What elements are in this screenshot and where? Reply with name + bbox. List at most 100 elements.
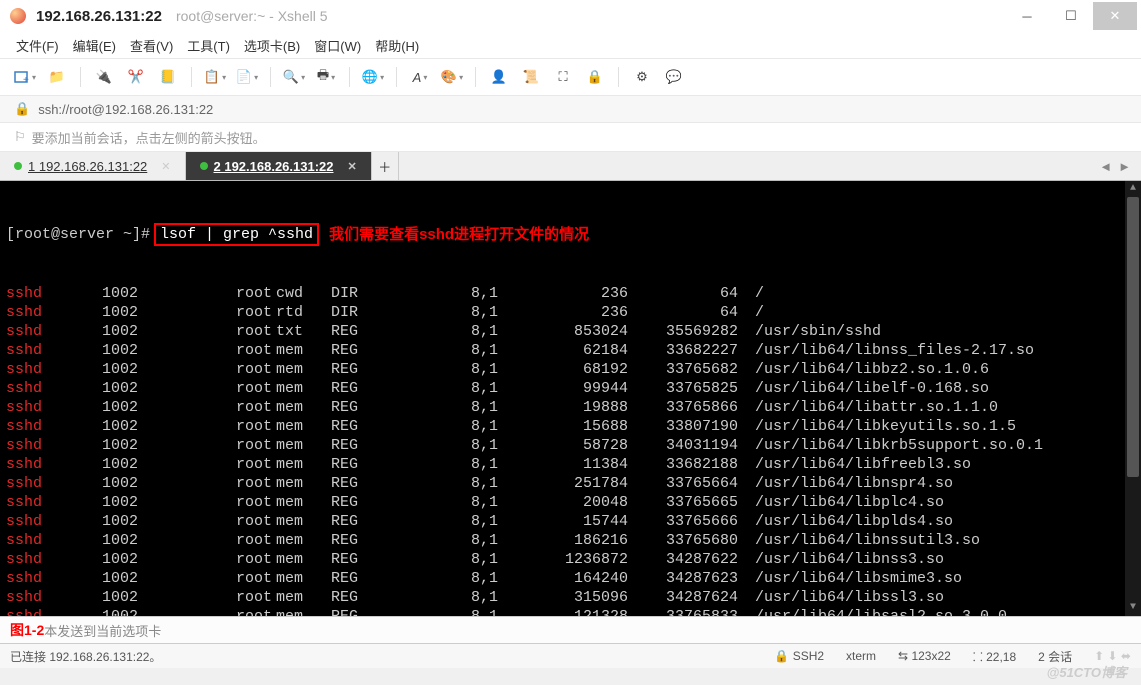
col-size: 20048	[506, 493, 636, 512]
settings-button[interactable]: ⚙	[627, 64, 657, 90]
tab-close-icon[interactable]: ✕	[348, 160, 357, 173]
col-command: sshd	[6, 322, 66, 341]
col-node: 34287623	[636, 569, 746, 588]
new-session-button[interactable]: +	[10, 64, 40, 90]
col-node: 35569282	[636, 322, 746, 341]
output-row: sshd 1002 rootmem REG 8,1 15744 33765666…	[6, 512, 1135, 531]
scrollbar[interactable]: ▲ ▼	[1125, 181, 1141, 616]
scroll-down-icon[interactable]: ▼	[1125, 600, 1141, 616]
col-user: root	[146, 588, 276, 607]
font-button[interactable]: A	[405, 64, 435, 90]
col-user: root	[146, 303, 276, 322]
col-user: root	[146, 607, 276, 616]
col-node: 33682227	[636, 341, 746, 360]
col-dev: 8,1	[396, 341, 506, 360]
menu-tools[interactable]: 工具(T)	[187, 36, 230, 55]
lock-button[interactable]: 🔒	[580, 64, 610, 90]
status-dot-icon	[14, 162, 22, 170]
col-fd: mem	[276, 588, 331, 607]
col-node: 33765833	[636, 607, 746, 616]
col-dev: 8,1	[396, 436, 506, 455]
menu-tabs[interactable]: 选项卡(B)	[244, 36, 300, 55]
paste-button[interactable]: 📄	[232, 64, 262, 90]
col-user: root	[146, 398, 276, 417]
col-command: sshd	[6, 436, 66, 455]
col-fd: txt	[276, 322, 331, 341]
find-button[interactable]: 🔍	[279, 64, 309, 90]
col-name: /usr/lib64/libplds4.so	[746, 512, 1135, 531]
output-row: sshd 1002 roottxt REG 8,1 853024 3556928…	[6, 322, 1135, 341]
menu-help[interactable]: 帮助(H)	[375, 36, 419, 55]
col-name: /usr/lib64/libkrb5support.so.0.1	[746, 436, 1135, 455]
col-type: REG	[331, 455, 396, 474]
globe-button[interactable]: 🌐	[358, 64, 388, 90]
tab-2[interactable]: 2 192.168.26.131:22 ✕	[186, 152, 372, 180]
menu-window[interactable]: 窗口(W)	[314, 36, 361, 55]
col-command: sshd	[6, 550, 66, 569]
col-size: 164240	[506, 569, 636, 588]
fullscreen-button[interactable]: ⛶	[548, 64, 578, 90]
col-pid: 1002	[66, 379, 146, 398]
copy-button[interactable]: 📋	[200, 64, 230, 90]
status-term: xterm	[846, 649, 876, 663]
chat-button[interactable]: 💬	[659, 64, 689, 90]
menu-edit[interactable]: 编辑(E)	[73, 36, 116, 55]
col-size: 15744	[506, 512, 636, 531]
prompt: [root@server ~]#	[6, 225, 150, 244]
col-fd: mem	[276, 512, 331, 531]
output-row: sshd 1002 rootmem REG 8,1 19888 33765866…	[6, 398, 1135, 417]
status-connected: 已连接 192.168.26.131:22。	[10, 648, 161, 665]
tab-1[interactable]: 1 192.168.26.131:22 ✕	[0, 152, 186, 180]
scroll-thumb[interactable]	[1127, 197, 1139, 477]
profile-button[interactable]: 📒	[153, 64, 183, 90]
col-name: /usr/lib64/libsasl2.so.3.0.0	[746, 607, 1135, 616]
menu-file[interactable]: 文件(F)	[16, 36, 59, 55]
col-size: 58728	[506, 436, 636, 455]
col-fd: mem	[276, 398, 331, 417]
output-row: sshd 1002 rootmem REG 8,1 11384 33682188…	[6, 455, 1135, 474]
menu-view[interactable]: 查看(V)	[130, 36, 173, 55]
tab-1-label: 1 192.168.26.131:22	[28, 159, 147, 174]
col-node: 33765680	[636, 531, 746, 550]
col-pid: 1002	[66, 588, 146, 607]
col-user: root	[146, 360, 276, 379]
col-size: 853024	[506, 322, 636, 341]
script-button[interactable]: 📜	[516, 64, 546, 90]
col-pid: 1002	[66, 493, 146, 512]
maximize-button[interactable]: ☐	[1049, 2, 1093, 30]
minimize-button[interactable]: ─	[1005, 2, 1049, 30]
tab-prev-icon[interactable]: ◄	[1099, 159, 1112, 174]
color-button[interactable]: 🎨	[437, 64, 467, 90]
command-box: lsof | grep ^sshd	[154, 223, 319, 246]
col-fd: mem	[276, 474, 331, 493]
col-pid: 1002	[66, 607, 146, 616]
app-icon	[10, 8, 26, 24]
tab-next-icon[interactable]: ►	[1118, 159, 1131, 174]
col-type: REG	[331, 569, 396, 588]
open-button[interactable]: 📁	[42, 64, 72, 90]
scroll-up-icon[interactable]: ▲	[1125, 181, 1141, 197]
col-type: REG	[331, 360, 396, 379]
col-node: 33682188	[636, 455, 746, 474]
tab-add-button[interactable]: ＋	[372, 152, 399, 180]
close-button[interactable]: ✕	[1093, 2, 1137, 30]
tab-close-icon[interactable]: ✕	[161, 160, 170, 173]
reconnect-button[interactable]: 🔌	[89, 64, 119, 90]
col-size: 1236872	[506, 550, 636, 569]
col-fd: mem	[276, 379, 331, 398]
address-bar[interactable]: 🔒 ssh://root@192.168.26.131:22	[0, 96, 1141, 123]
col-dev: 8,1	[396, 588, 506, 607]
col-name: /usr/lib64/libnssutil3.so	[746, 531, 1135, 550]
print-button[interactable]: 🖶	[311, 64, 341, 90]
col-command: sshd	[6, 284, 66, 303]
disconnect-button[interactable]: ✂️	[121, 64, 151, 90]
col-user: root	[146, 569, 276, 588]
user-button[interactable]: 👤	[484, 64, 514, 90]
send-bar[interactable]: 图1-2 本发送到当前选项卡	[0, 616, 1141, 643]
flag-icon[interactable]: ⚐	[14, 129, 26, 145]
output-row: sshd 1002 rootmem REG 8,1 315096 3428762…	[6, 588, 1135, 607]
col-dev: 8,1	[396, 360, 506, 379]
col-pid: 1002	[66, 303, 146, 322]
terminal[interactable]: [root@server ~]# lsof | grep ^sshd 我们需要查…	[0, 181, 1141, 616]
col-pid: 1002	[66, 322, 146, 341]
